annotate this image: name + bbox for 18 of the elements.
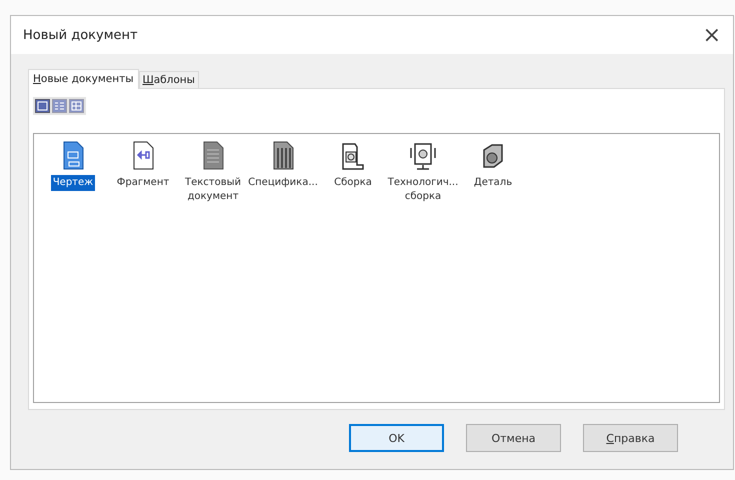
dialog-button[interactable]: Отмена: [466, 424, 561, 452]
document-type-item[interactable]: Сборка: [332, 175, 374, 191]
dialog-button[interactable]: Справка: [583, 424, 678, 452]
document-type-item[interactable]: Текстовый документ: [178, 175, 248, 205]
document-type-item[interactable]: Чертеж: [50, 175, 96, 191]
document-type-item[interactable]: Фрагмент: [114, 175, 172, 191]
close-button[interactable]: ×: [698, 22, 725, 48]
details-view-icon: [71, 101, 82, 111]
document-type-item[interactable]: Технологич... сборка: [386, 175, 460, 205]
document-type-item[interactable]: Деталь: [472, 175, 514, 191]
window-title: Новый документ: [23, 28, 138, 42]
large-icons-view-icon: [37, 101, 48, 111]
view-button[interactable]: [35, 99, 50, 113]
list-view-icon: [54, 101, 65, 111]
document-type-item[interactable]: Специфика...: [246, 175, 320, 191]
dialog-button[interactable]: OK: [349, 424, 444, 452]
tab[interactable]: Шаблоны: [138, 71, 199, 88]
tab[interactable]: Новые документы: [28, 69, 138, 89]
